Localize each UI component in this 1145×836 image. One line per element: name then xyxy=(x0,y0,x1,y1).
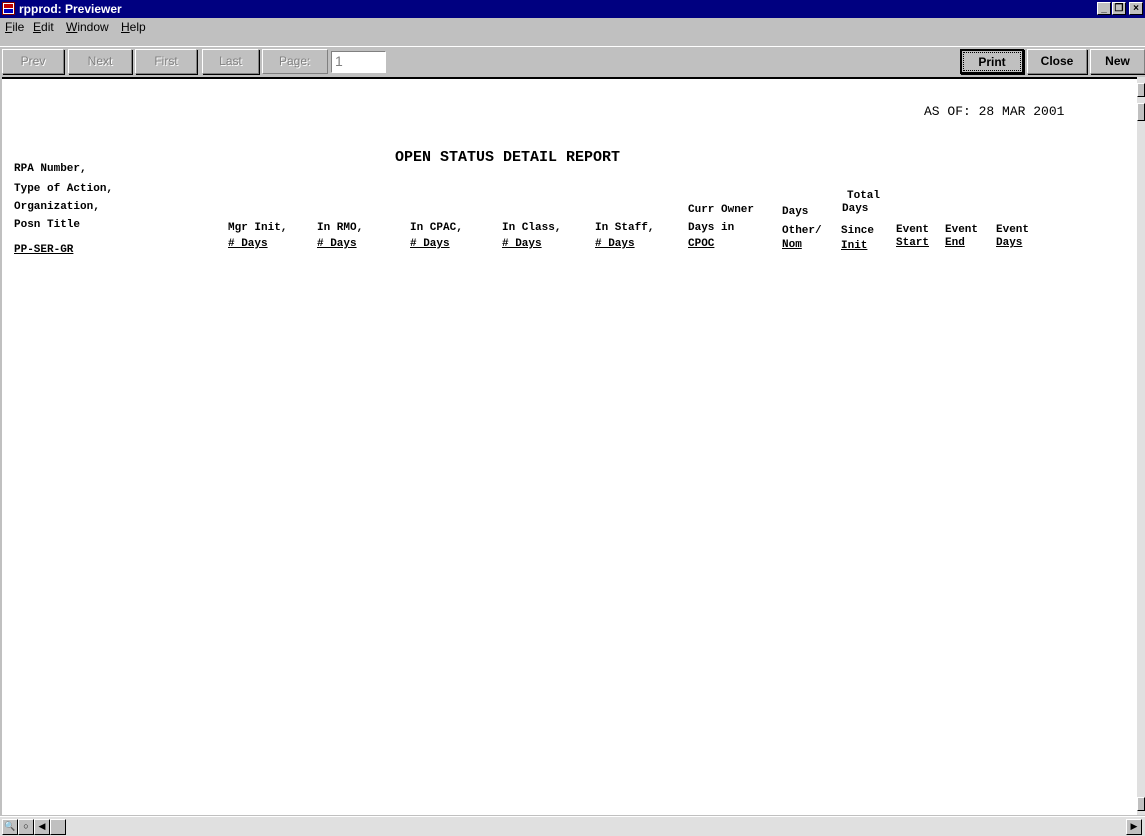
header-type-of-action: Type of Action, xyxy=(14,183,114,195)
scroll-right-arrow-icon[interactable]: ▶ xyxy=(1126,819,1142,835)
scroll-left-arrow-icon[interactable]: ◀ xyxy=(34,819,50,835)
col-event-days-label: Event xyxy=(996,224,1030,236)
col-staff-days: # Days xyxy=(595,238,635,250)
scroll-up-arrow-icon[interactable] xyxy=(1137,83,1145,97)
col-days-in-label: Days in xyxy=(688,222,735,234)
print-button[interactable]: Print xyxy=(960,49,1024,74)
col-cpac-days: # Days xyxy=(410,238,450,250)
first-button[interactable]: First xyxy=(135,49,197,74)
col-days-label: Days xyxy=(782,206,809,218)
report-preview: AS OF: 28 MAR 2001 OPEN STATUS DETAIL RE… xyxy=(2,77,1137,815)
col-curr-owner-label: Curr Owner xyxy=(688,204,755,216)
page-label: Page: xyxy=(262,49,328,74)
report-title: OPEN STATUS DETAIL REPORT xyxy=(395,149,621,166)
horizontal-scroll-thumb[interactable] xyxy=(50,819,66,835)
as-of-date: AS OF: 28 MAR 2001 xyxy=(924,104,1065,119)
menu-edit[interactable]: Edit xyxy=(33,20,54,34)
col-since-label: Since xyxy=(841,225,875,237)
col-class-label: In Class, xyxy=(502,222,562,234)
col-event-start-value: Start xyxy=(896,237,930,249)
vertical-scrollbar[interactable] xyxy=(1137,77,1145,815)
col-staff-label: In Staff, xyxy=(595,222,655,234)
menu-bar: File Edit Window Help xyxy=(0,18,1145,36)
col-rmo-days: # Days xyxy=(317,238,357,250)
menu-help[interactable]: Help xyxy=(121,20,146,34)
menu-file[interactable]: File xyxy=(5,20,24,34)
col-cpoc-label: CPOC xyxy=(688,238,715,250)
col-mgr-init-label: Mgr Init, xyxy=(228,222,288,234)
close-button[interactable]: Close xyxy=(1027,49,1087,74)
minimize-button[interactable]: _ xyxy=(1097,2,1111,15)
new-button[interactable]: New xyxy=(1090,49,1145,74)
header-posn-title: Posn Title xyxy=(14,219,81,231)
col-event-end-label: Event xyxy=(945,224,979,236)
col-init-label: Init xyxy=(841,240,868,252)
horizontal-scrollbar[interactable]: 🔍 ○ ◀ ▶ xyxy=(0,816,1145,836)
col-nom-label: Nom xyxy=(782,239,802,251)
col-event-end-value: End xyxy=(945,237,965,249)
title-bar: rpprod: Previewer _ ❐ × xyxy=(0,0,1145,18)
col-event-start-label: Event xyxy=(896,224,930,236)
last-button[interactable]: Last xyxy=(202,49,259,74)
col-total-label: Total xyxy=(847,190,881,202)
col-other-label: Other/ xyxy=(782,225,822,237)
col-cpac-label: In CPAC, xyxy=(410,222,463,234)
col-event-days-value: Days xyxy=(996,237,1023,249)
col-total-days-label: Days xyxy=(842,203,869,215)
toolbar: Prev Next First Last Page: 1 Print Close… xyxy=(0,46,1145,76)
zoom-in-icon[interactable]: 🔍 xyxy=(2,819,18,835)
scroll-down-arrow-icon[interactable] xyxy=(1137,797,1145,811)
next-button[interactable]: Next xyxy=(68,49,132,74)
prev-button[interactable]: Prev xyxy=(2,49,64,74)
window-title: rpprod: Previewer xyxy=(19,2,122,16)
header-pp-ser-gr: PP-SER-GR xyxy=(14,244,74,256)
col-class-days: # Days xyxy=(502,238,542,250)
menu-window[interactable]: Window xyxy=(66,20,109,34)
close-window-button[interactable]: × xyxy=(1129,2,1143,15)
header-rpa-number: RPA Number, xyxy=(14,163,87,175)
col-rmo-label: In RMO, xyxy=(317,222,364,234)
page-number-field[interactable]: 1 xyxy=(331,51,386,73)
app-icon xyxy=(2,2,15,15)
col-mgr-init-days: # Days xyxy=(228,238,268,250)
header-organization: Organization, xyxy=(14,201,100,213)
zoom-out-icon[interactable]: ○ xyxy=(18,819,34,835)
vertical-scroll-thumb[interactable] xyxy=(1137,103,1145,121)
restore-button[interactable]: ❐ xyxy=(1112,2,1126,15)
